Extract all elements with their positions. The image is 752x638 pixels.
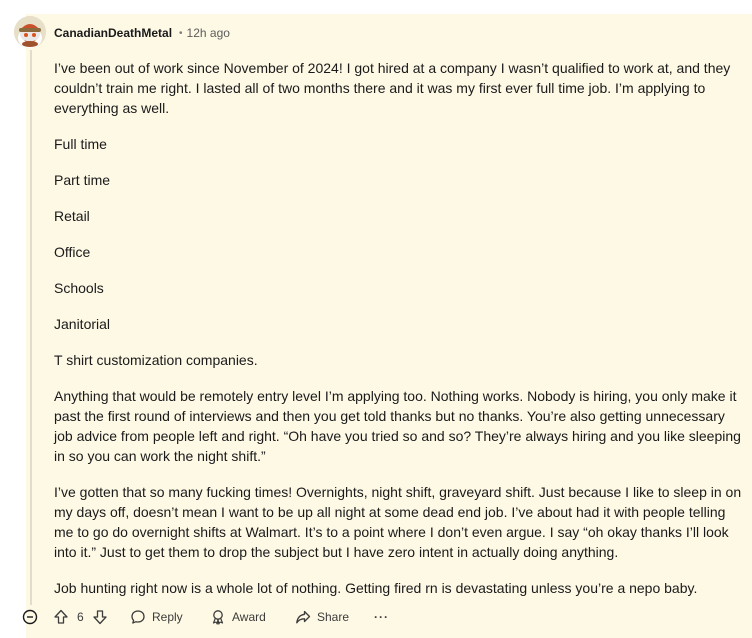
reply-button[interactable]: Reply — [130, 604, 183, 630]
comment-body: I’ve been out of work since November of … — [54, 58, 744, 614]
comment-paragraph: Schools — [54, 280, 104, 296]
reply-label: Reply — [152, 610, 183, 624]
vote-count: 6 — [77, 610, 84, 624]
share-button[interactable]: Share — [295, 604, 349, 630]
downvote-button[interactable] — [92, 604, 108, 630]
comment-paragraph: I’ve gotten that so many fucking times! … — [54, 484, 742, 560]
comment-paragraph: Part time — [54, 172, 111, 188]
downvote-arrow-icon — [93, 610, 107, 625]
username-link[interactable]: CanadianDeathMetal — [54, 26, 172, 40]
comment-paragraph: T shirt customization companies. — [54, 352, 258, 368]
more-options-button[interactable]: ··· — [374, 604, 389, 630]
share-label: Share — [317, 610, 350, 624]
comment-action-bar: 6 Reply Award Share ··· — [0, 604, 752, 630]
upvote-arrow-icon — [54, 609, 68, 624]
award-ribbon-icon — [212, 610, 224, 625]
comment-paragraph: Full time — [54, 136, 107, 152]
comment-paragraph: I’ve been out of work since November of … — [54, 60, 731, 116]
comment-paragraph: Office — [54, 244, 91, 260]
meta-separator: • — [179, 27, 183, 39]
comment-timestamp[interactable]: 12h ago — [187, 26, 230, 40]
avatar[interactable] — [14, 16, 46, 48]
comment-header: CanadianDeathMetal • 12h ago — [54, 24, 230, 42]
speech-bubble-icon — [131, 610, 145, 624]
comment-paragraph: Anything that would be remotely entry le… — [54, 388, 741, 464]
thread-line[interactable] — [30, 50, 32, 605]
award-button[interactable]: Award — [210, 604, 266, 630]
avatar-snoo-icon — [14, 16, 46, 48]
collapse-thread-button[interactable] — [22, 604, 38, 630]
upvote-button[interactable] — [53, 604, 69, 630]
collapse-thread-icon — [22, 609, 38, 625]
comment-paragraph: Retail — [54, 208, 90, 224]
share-arrow-icon — [296, 610, 311, 624]
more-options-icon: ··· — [374, 610, 389, 624]
comment-paragraph: Job hunting right now is a whole lot of … — [54, 580, 698, 596]
comment-paragraph: Janitorial — [54, 316, 111, 332]
award-label: Award — [232, 610, 266, 624]
